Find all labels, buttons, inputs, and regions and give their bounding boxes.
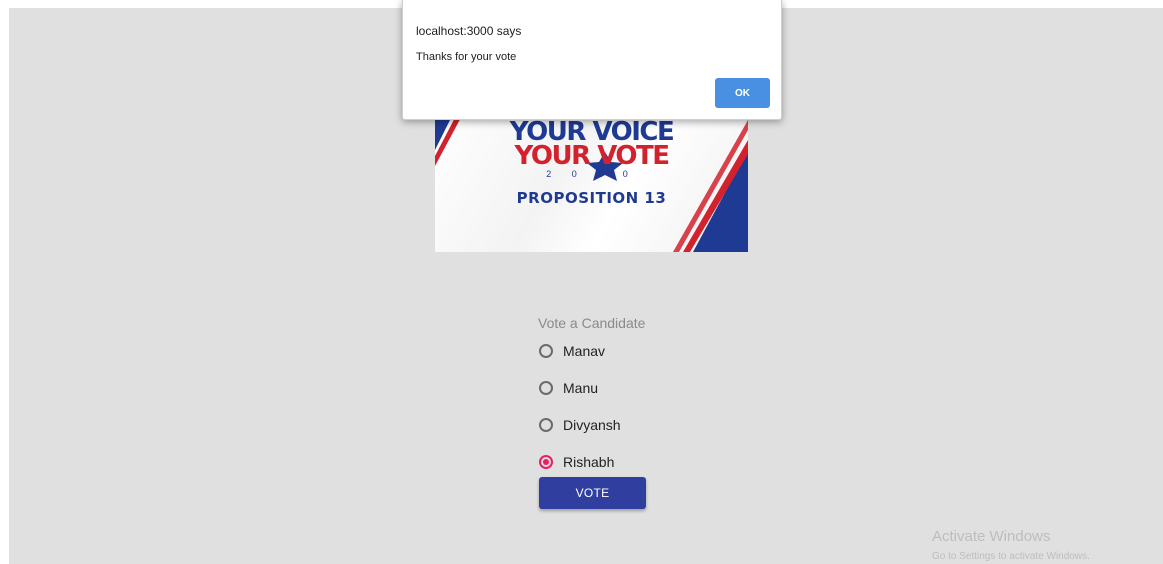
candidate-label: Manu bbox=[563, 379, 599, 396]
candidate-option-rishabh[interactable]: Rishabh bbox=[538, 443, 614, 480]
dialog-origin: localhost:3000 says bbox=[416, 24, 522, 38]
proposition-banner-image: YOUR VOICE YOUR VOTE 2 0 2 0 PROPOSITION… bbox=[435, 110, 748, 252]
dialog-message: Thanks for your vote bbox=[416, 51, 517, 63]
candidate-option-manav[interactable]: Manav bbox=[538, 332, 605, 369]
form-label: Vote a Candidate bbox=[538, 315, 646, 331]
dialog-ok-button[interactable]: OK bbox=[715, 78, 770, 108]
candidate-label: Manav bbox=[563, 342, 606, 359]
radio-unchecked-icon[interactable] bbox=[539, 417, 553, 432]
radio-unchecked-icon[interactable] bbox=[539, 380, 553, 395]
banner-title-line2: YOUR VOTE bbox=[514, 141, 670, 171]
banner-proposition: PROPOSITION 13 bbox=[516, 189, 667, 207]
watermark-title: Activate Windows bbox=[932, 528, 1051, 545]
candidate-option-divyansh[interactable]: Divyansh bbox=[538, 406, 621, 443]
radio-unchecked-icon[interactable] bbox=[539, 343, 553, 358]
watermark-subtitle: Go to Settings to activate Windows. bbox=[932, 551, 1090, 562]
vote-form: Vote a Candidate Manav Manu Divyansh Ris… bbox=[538, 314, 738, 470]
radio-checked-icon[interactable] bbox=[539, 454, 553, 469]
vote-button[interactable]: VOTE bbox=[539, 477, 646, 509]
alert-dialog: localhost:3000 says Thanks for your vote… bbox=[402, 0, 782, 120]
candidate-label: Divyansh bbox=[563, 416, 621, 433]
activate-windows-watermark: Activate Windows Go to Settings to activ… bbox=[932, 528, 1090, 564]
candidate-label: Rishabh bbox=[563, 453, 615, 470]
banner-year: 2 0 2 0 bbox=[546, 169, 637, 179]
candidate-option-manu[interactable]: Manu bbox=[538, 369, 598, 406]
